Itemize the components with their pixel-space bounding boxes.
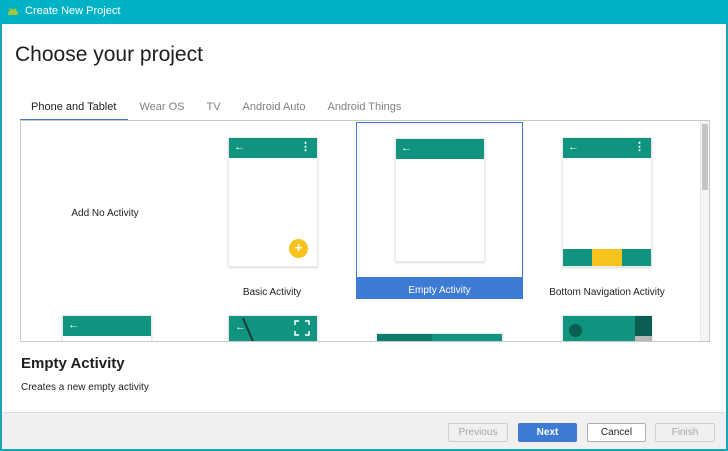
page-title: Choose your project [15, 43, 203, 66]
template-row2-item-3[interactable] [356, 300, 523, 341]
template-basic-activity[interactable]: ← ⋮ + Basic Activity [189, 122, 355, 298]
template-row2-item-1[interactable]: ← [22, 300, 188, 341]
tab-android-things[interactable]: Android Things [317, 100, 413, 121]
selected-template-title: Empty Activity [21, 355, 125, 372]
previous-button[interactable]: Previous [448, 423, 508, 442]
template-label: Empty Activity [408, 285, 471, 296]
window-title: Create New Project [25, 5, 121, 17]
template-row2-item-4[interactable] [524, 300, 690, 341]
phone-preview [562, 315, 652, 341]
tab-tv[interactable]: TV [195, 100, 231, 121]
create-project-dialog: Choose your project Phone and Tablet Wea… [2, 24, 726, 449]
phone-preview: ← ⋮ + [228, 137, 318, 267]
template-label: Basic Activity [242, 287, 302, 298]
scrollbar-thumb[interactable] [702, 124, 708, 190]
overflow-menu-icon: ⋮ [634, 141, 645, 153]
form-factor-tabs: Phone and Tablet Wear OS TV Android Auto… [20, 100, 412, 121]
fullscreen-preview-graphic: ← [235, 317, 310, 341]
template-gallery: Add No Activity ← ⋮ + Basic Activity ← E… [20, 120, 710, 342]
app-bar: ← ⋮ [563, 138, 651, 158]
template-bottom-navigation-activity[interactable]: ← ⋮ Bottom Navigation Activity [524, 122, 690, 298]
dialog-footer: Previous Next Cancel Finish [2, 412, 726, 449]
back-arrow-icon: ← [68, 319, 79, 331]
template-row2-item-2[interactable]: ← [189, 300, 355, 341]
phone-preview: ← [228, 315, 318, 341]
gallery-scrollbar[interactable] [700, 121, 709, 341]
overflow-menu-icon: ⋮ [300, 141, 311, 153]
android-studio-icon [8, 7, 18, 15]
svg-text:←: ← [235, 321, 246, 333]
window-titlebar: Create New Project [0, 0, 728, 24]
next-button[interactable]: Next [518, 423, 577, 442]
app-bar: ← [63, 316, 151, 336]
phone-preview: ← [395, 138, 485, 262]
finish-button[interactable]: Finish [655, 423, 715, 442]
tab-phone-and-tablet[interactable]: Phone and Tablet [20, 100, 129, 121]
back-arrow-icon: ← [234, 141, 245, 153]
back-arrow-icon: ← [401, 142, 412, 154]
template-empty-activity[interactable]: ← Empty Activity [356, 122, 523, 299]
bottom-navigation-bar [563, 249, 651, 266]
template-label: Add No Activity [71, 208, 139, 219]
template-add-no-activity[interactable]: Add No Activity [22, 122, 188, 298]
template-label: Bottom Navigation Activity [549, 287, 665, 298]
phone-preview: ← ⋮ [562, 137, 652, 267]
phone-preview [376, 333, 503, 341]
tab-wear-os[interactable]: Wear OS [128, 100, 195, 121]
app-bar: ← ⋮ [229, 138, 317, 158]
fab-plus-icon: + [289, 239, 308, 258]
cancel-button[interactable]: Cancel [587, 423, 646, 442]
back-arrow-icon: ← [568, 141, 579, 153]
app-bar: ← [396, 139, 484, 159]
tab-android-auto[interactable]: Android Auto [232, 100, 317, 121]
phone-preview: ← [62, 315, 152, 341]
selected-template-description: Creates a new empty activity [21, 382, 149, 393]
